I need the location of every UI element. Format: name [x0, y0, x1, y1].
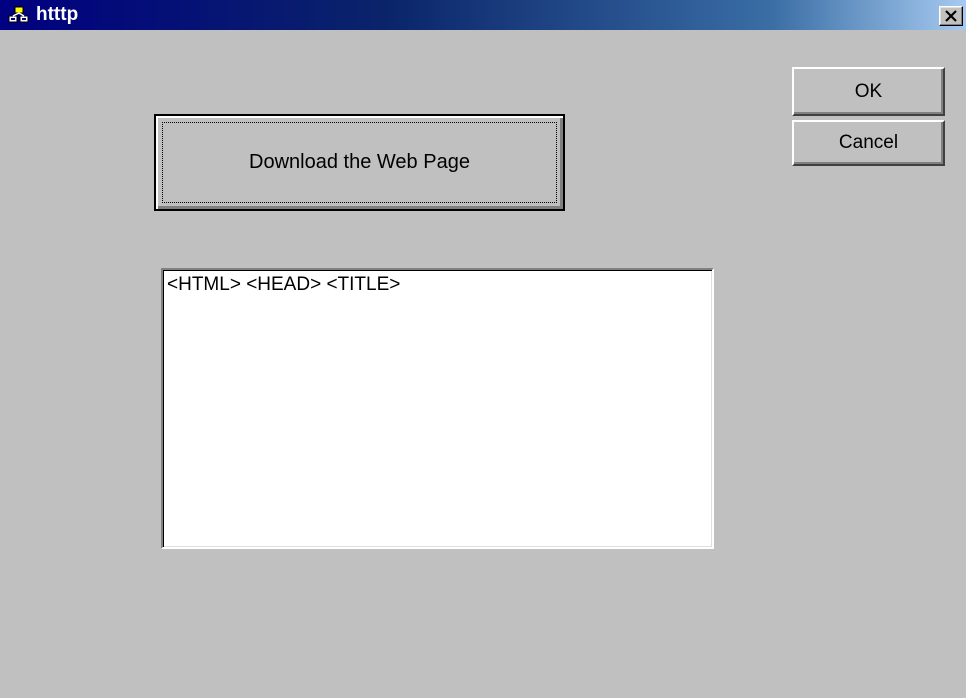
download-button-label: Download the Web Page: [249, 151, 470, 173]
dialog-window: htttp OK Cancel Download the Web Page <H…: [0, 0, 966, 698]
network-app-icon: [8, 6, 29, 23]
ok-button-label: OK: [854, 80, 883, 102]
window-title: htttp: [36, 4, 79, 25]
close-button[interactable]: [939, 6, 963, 26]
ok-button[interactable]: OK: [792, 67, 945, 116]
cancel-button[interactable]: Cancel: [792, 120, 945, 166]
download-web-page-button[interactable]: Download the Web Page: [154, 114, 565, 211]
cancel-button-label: Cancel: [838, 132, 899, 153]
close-icon: [945, 10, 957, 22]
html-output-textbox[interactable]: <HTML> <HEAD> <TITLE>: [161, 268, 714, 549]
title-bar[interactable]: htttp: [0, 0, 966, 30]
